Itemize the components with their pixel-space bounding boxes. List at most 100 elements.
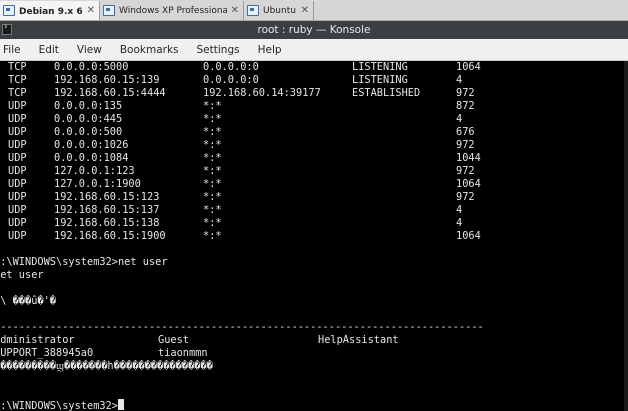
netstat-pid: 676	[456, 126, 475, 138]
netstat-proto: TCP	[8, 74, 27, 86]
netstat-proto: UDP	[8, 230, 27, 242]
menu-help[interactable]: Help	[255, 44, 290, 56]
netstat-proto: UDP	[8, 165, 27, 177]
netstat-row: UDP 192.168.60.15:137 *:* 4	[0, 204, 628, 217]
netstat-local: 127.0.0.1:123	[54, 165, 135, 177]
netstat-pid: 1064	[456, 178, 481, 190]
netstat-foreign: *:*	[203, 230, 222, 242]
menu-view[interactable]: View	[74, 44, 110, 56]
vm-tab-debian[interactable]: Debian 9.x 64 位 ✕	[0, 1, 100, 20]
window-titlebar[interactable]: root : ruby — Konsole	[0, 21, 628, 39]
netstat-foreign: 192.168.60.14:39177	[203, 87, 321, 99]
netstat-row: UDP 192.168.60.15:138 *:* 4	[0, 217, 628, 230]
menu-file[interactable]: File	[0, 44, 29, 56]
netstat-local: 0.0.0.0:1084	[54, 152, 129, 164]
menu-settings[interactable]: Settings	[194, 44, 248, 56]
close-icon[interactable]: ✕	[87, 5, 95, 16]
final-prompt: C:\WINDOWS\system32>	[0, 400, 118, 411]
vm-icon	[103, 5, 115, 16]
netstat-local: 192.168.60.15:138	[54, 217, 160, 229]
netstat-state: LISTENING	[352, 74, 408, 86]
netstat-row: UDP 0.0.0.0:500 *:* 676	[0, 126, 628, 139]
netstat-pid: 872	[456, 100, 475, 112]
netstat-pid: 1064	[456, 61, 481, 73]
menu-bookmarks[interactable]: Bookmarks	[117, 44, 187, 56]
vm-tab-strip: Debian 9.x 64 位 ✕ Windows XP Professiona…	[0, 0, 628, 21]
netstat-foreign: *:*	[203, 139, 222, 151]
vm-tab-label: Debian 9.x 64 位	[19, 7, 83, 17]
vm-tab-label: Ubuntu	[263, 5, 296, 16]
netstat-foreign: *:*	[203, 165, 222, 177]
netstat-local: 0.0.0.0:5000	[54, 61, 129, 73]
user-helpassistant: HelpAssistant	[318, 334, 399, 346]
netstat-row: UDP 0.0.0.0:1084 *:* 1044	[0, 152, 628, 165]
vm-tab-ubuntu[interactable]: Ubuntu ✕	[244, 1, 314, 20]
konsole-icon[interactable]	[2, 22, 12, 35]
vm-tab-windows-xp[interactable]: Windows XP Professional No P… ✕	[100, 1, 244, 20]
menu-edit[interactable]: Edit	[36, 44, 67, 56]
netstat-row: TCP 192.168.60.15:4444 192.168.60.14:39177…	[0, 87, 628, 100]
user-tiaonmmn: tiaonmmn	[158, 347, 208, 359]
netstat-row: UDP 127.0.0.1:123 *:* 972	[0, 165, 628, 178]
close-icon[interactable]: ✕	[301, 5, 309, 16]
netstat-foreign: *:*	[203, 217, 222, 229]
netstat-proto: UDP	[8, 204, 27, 216]
netstat-proto: UDP	[8, 152, 27, 164]
netstat-proto: UDP	[8, 100, 27, 112]
prompt-net-user: C:\WINDOWS\system32>net user	[0, 256, 168, 268]
netstat-local: 192.168.60.15:123	[54, 191, 160, 203]
user-guest: Guest	[158, 334, 189, 346]
netstat-row: UDP 127.0.0.1:1900 *:* 1064	[0, 178, 628, 191]
netstat-pid: 1044	[456, 152, 481, 164]
netstat-row: UDP 0.0.0.0:1026 *:* 972	[0, 139, 628, 152]
netstat-pid: 4	[456, 217, 463, 229]
netstat-pid: 1064	[456, 230, 481, 242]
netstat-state: LISTENING	[352, 61, 408, 73]
netstat-pid: 4	[456, 74, 463, 86]
netstat-local: 192.168.60.15:137	[54, 204, 160, 216]
netstat-proto: UDP	[8, 126, 27, 138]
user-accounts-header: \\ ���û�'�	[0, 295, 56, 307]
netstat-local: 0.0.0.0:135	[54, 100, 123, 112]
netstat-local: 192.168.60.15:4444	[54, 87, 166, 99]
netstat-row: UDP 192.168.60.15:123 *:* 972	[0, 191, 628, 204]
command-echo: net user	[0, 269, 44, 281]
netstat-foreign: 0.0.0.0:0	[203, 74, 259, 86]
netstat-state: ESTABLISHED	[352, 87, 421, 99]
final-prompt-line: C:\WINDOWS\system32>	[0, 399, 124, 411]
user-administrator: Administrator	[0, 334, 75, 346]
netstat-row: TCP 0.0.0.0:5000 0.0.0.0:0 LISTENING 1064	[0, 61, 628, 74]
netstat-foreign: *:*	[203, 178, 222, 190]
netstat-row: UDP 0.0.0.0:135 *:* 872	[0, 100, 628, 113]
netstat-local: 0.0.0.0:1026	[54, 139, 129, 151]
netstat-pid: 972	[456, 165, 475, 177]
netstat-row: TCP 192.168.60.15:139 0.0.0.0:0 LISTENING 4	[0, 74, 628, 87]
vm-tab-label: Windows XP Professional No P…	[119, 5, 227, 16]
terminal-output[interactable]: TCP 0.0.0.0:5000 0.0.0.0:0 LISTENING 1064 TCP…	[0, 61, 628, 411]
close-icon[interactable]: ✕	[231, 5, 239, 16]
netstat-foreign: *:*	[203, 152, 222, 164]
terminal-scrollbar[interactable]	[624, 61, 628, 411]
netstat-pid: 972	[456, 139, 475, 151]
netstat-local: 192.168.60.15:1900	[54, 230, 166, 242]
netstat-pid: 4	[456, 204, 463, 216]
netstat-local: 192.168.60.15:139	[54, 74, 160, 86]
netstat-proto: UDP	[8, 217, 27, 229]
netstat-foreign: *:*	[203, 100, 222, 112]
window-title: root : ruby — Konsole	[257, 24, 371, 36]
netstat-foreign: *:*	[203, 191, 222, 203]
netstat-foreign: *:*	[203, 126, 222, 138]
netstat-local: 0.0.0.0:500	[54, 126, 123, 138]
netstat-proto: TCP	[8, 87, 27, 99]
user-support: SUPPORT_388945a0	[0, 347, 94, 359]
vm-icon	[247, 5, 259, 16]
text-cursor	[118, 399, 124, 410]
netstat-proto: UDP	[8, 178, 27, 190]
vm-icon	[3, 5, 15, 16]
netstat-proto: UDP	[8, 139, 27, 151]
netstat-foreign: *:*	[203, 204, 222, 216]
netstat-proto: TCP	[8, 61, 27, 73]
netstat-local: 127.0.0.1:1900	[54, 178, 141, 190]
netstat-pid: 972	[456, 191, 475, 203]
netstat-foreign: 0.0.0.0:0	[203, 61, 259, 73]
